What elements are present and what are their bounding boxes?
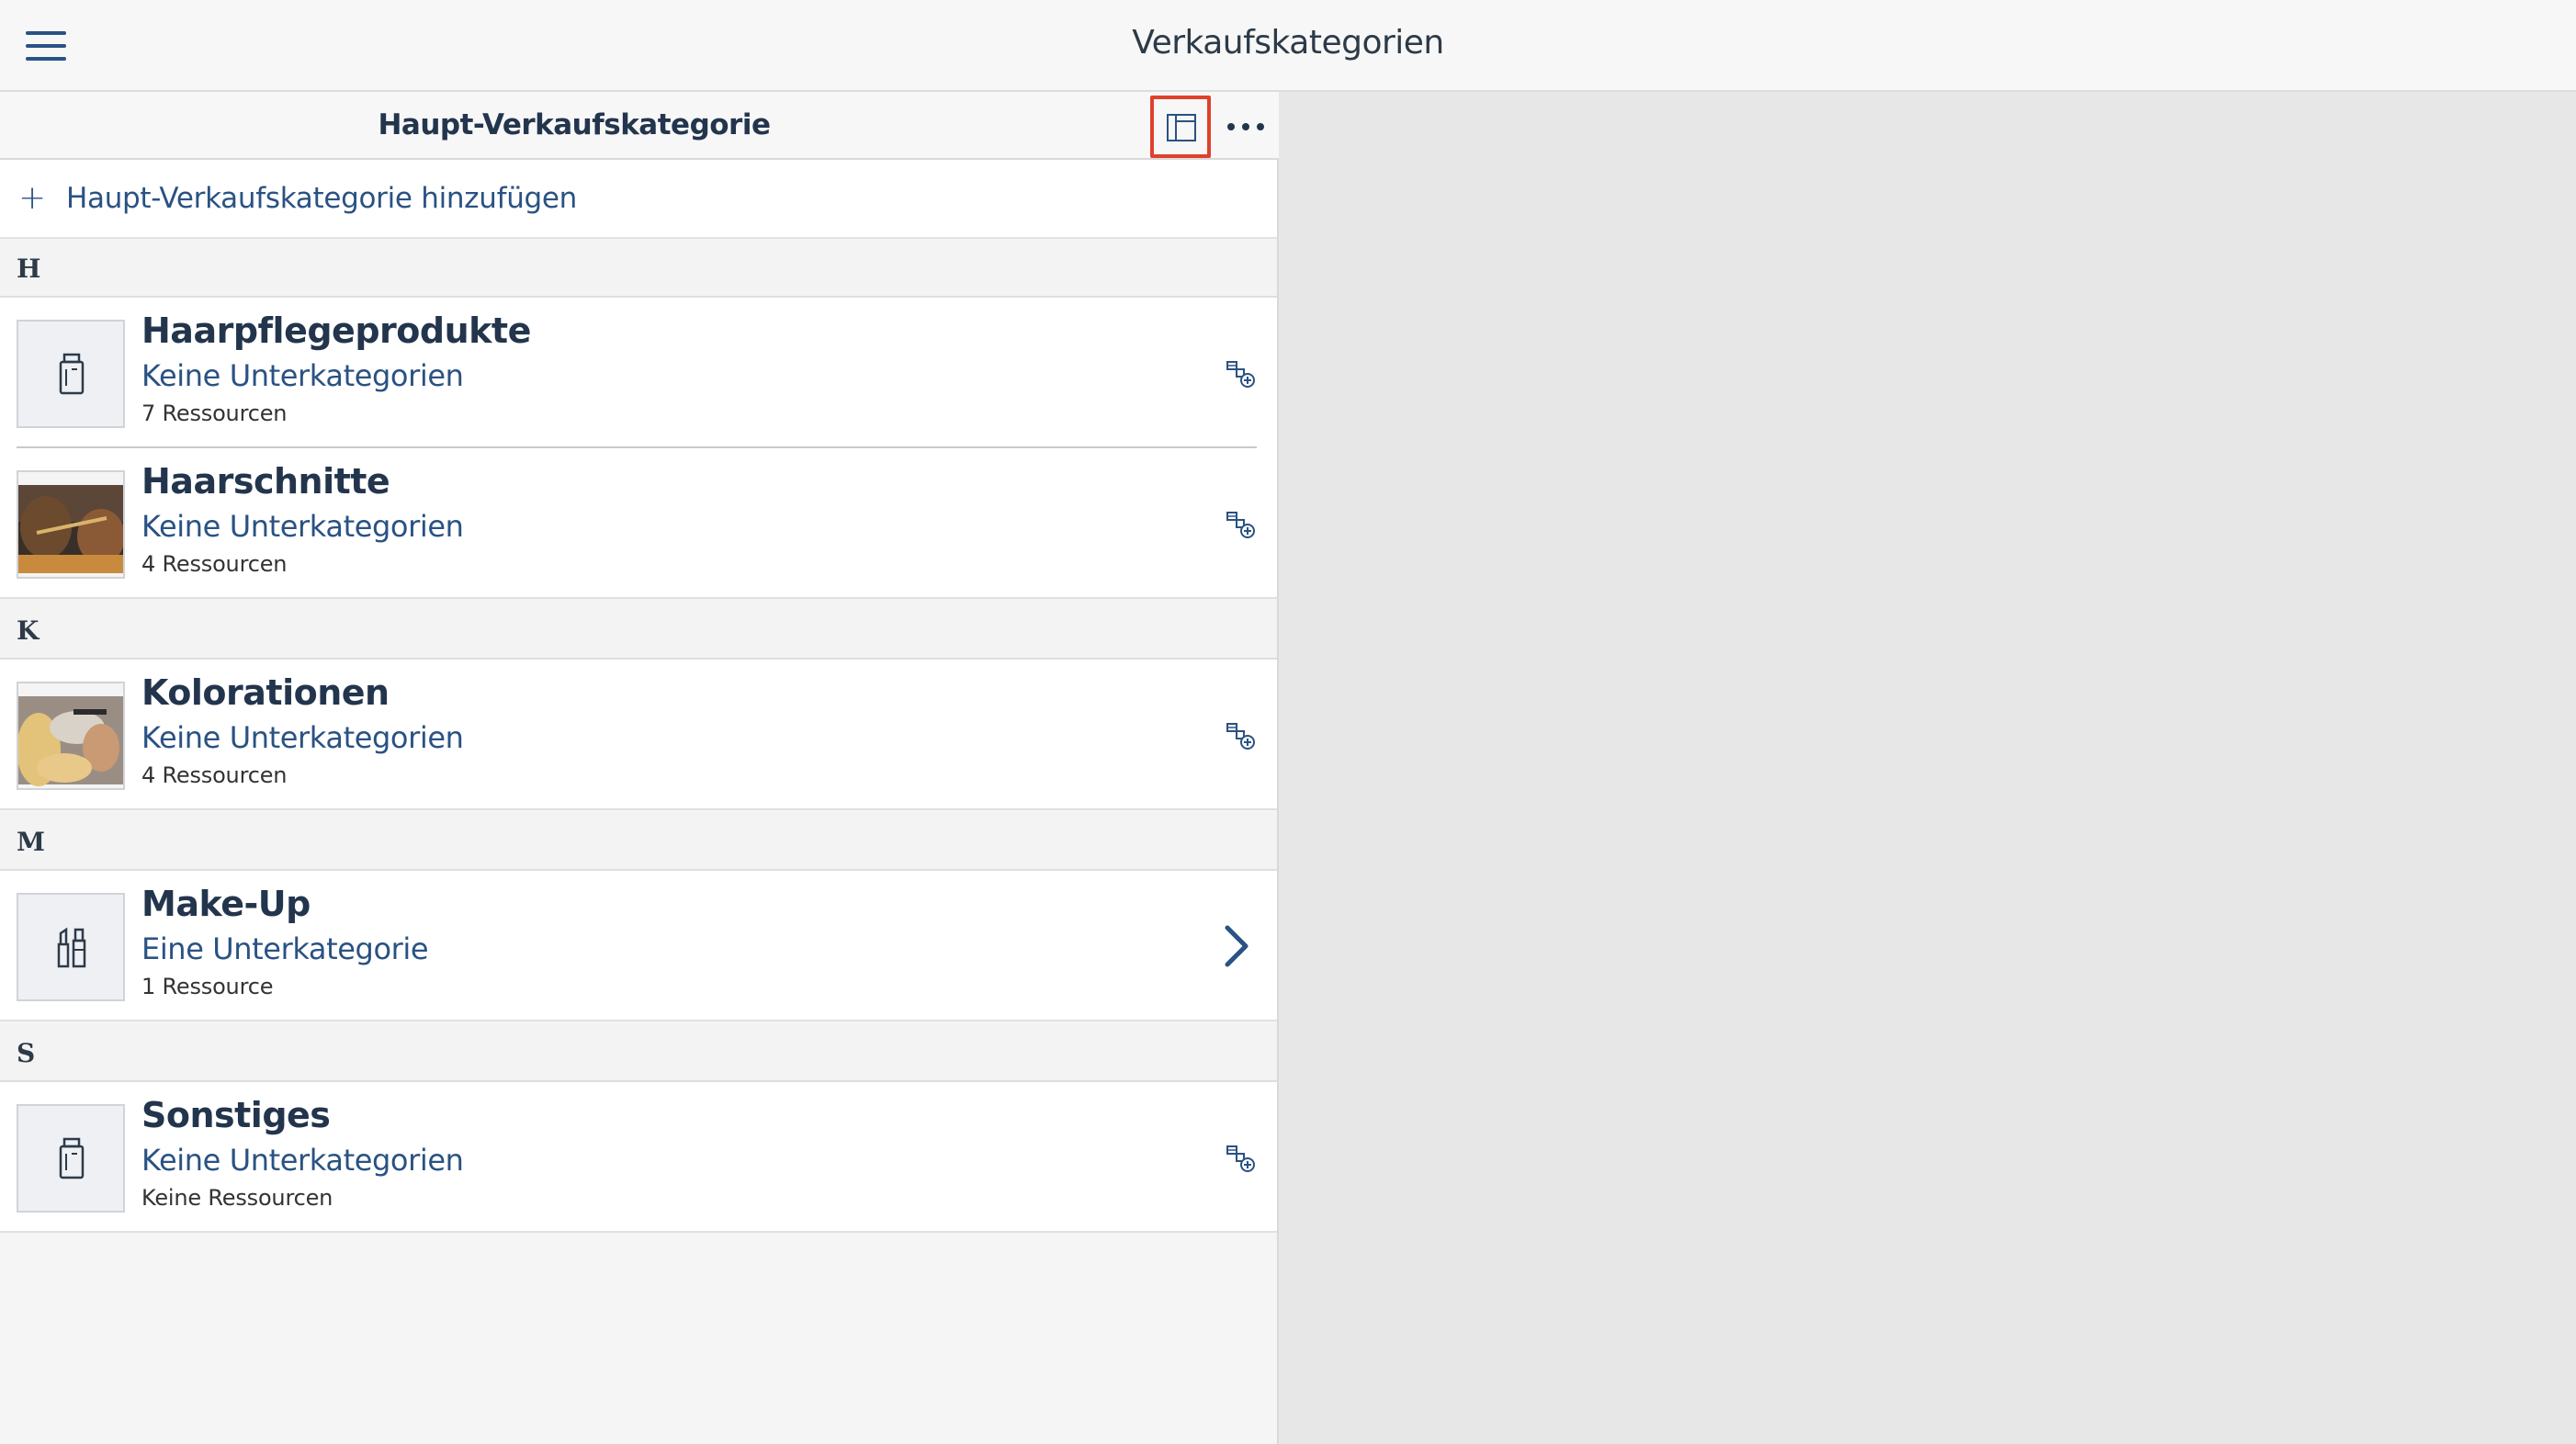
divider xyxy=(0,808,1277,810)
category-resources: 1 Ressource xyxy=(141,974,274,999)
section-header-s: S xyxy=(0,1023,1277,1082)
category-title: Haarpflegeprodukte xyxy=(141,310,531,351)
category-resources: 7 Ressourcen xyxy=(141,400,288,426)
category-subtitle: Eine Unterkategorie xyxy=(141,931,429,966)
panel-header: Haupt-Verkaufskategorie xyxy=(0,92,1279,160)
category-item-kolorationen[interactable]: Kolorationen Keine Unterkategorien 4 Res… xyxy=(0,660,1277,810)
plus-icon: + xyxy=(18,179,47,217)
category-resources: 4 Ressourcen xyxy=(141,762,288,788)
category-subtitle: Keine Unterkategorien xyxy=(141,509,464,544)
makeup-icon xyxy=(17,893,125,1001)
section-header-h: H xyxy=(0,239,1277,298)
category-subtitle: Keine Unterkategorien xyxy=(141,358,464,393)
dot xyxy=(1257,123,1264,130)
add-subcategory-icon[interactable] xyxy=(1226,1143,1257,1174)
category-title: Haarschnitte xyxy=(141,461,390,502)
app-title-text: Verkaufskategorien xyxy=(1132,24,1444,62)
panel-title: Haupt-Verkaufskategorie xyxy=(378,108,771,141)
category-subtitle: Keine Unterkategorien xyxy=(141,720,464,755)
category-title: Sonstiges xyxy=(141,1095,331,1135)
category-title: Kolorationen xyxy=(141,672,390,713)
category-resources: Keine Ressourcen xyxy=(141,1185,333,1211)
dot xyxy=(1242,123,1249,130)
add-main-category-button[interactable]: + Haupt-Verkaufskategorie hinzufügen xyxy=(0,160,1277,239)
dot xyxy=(1227,123,1235,130)
section-letter: M xyxy=(17,827,45,857)
detail-panel xyxy=(1279,92,2576,1444)
chevron-right-icon[interactable] xyxy=(1218,922,1255,970)
divider xyxy=(0,1020,1277,1021)
category-title: Make-Up xyxy=(141,884,311,924)
divider xyxy=(0,597,1277,599)
category-resources: 4 Ressourcen xyxy=(141,551,288,577)
add-subcategory-icon[interactable] xyxy=(1226,509,1257,540)
section-header-k: K xyxy=(0,601,1277,660)
category-item-haarschnitte[interactable]: Haarschnitte Keine Unterkategorien 4 Res… xyxy=(0,448,1277,599)
split-view-icon xyxy=(1167,114,1196,141)
section-letter: S xyxy=(17,1038,36,1068)
category-item-sonstiges[interactable]: Sonstiges Keine Unterkategorien Keine Re… xyxy=(0,1082,1277,1233)
category-subtitle: Keine Unterkategorien xyxy=(141,1143,464,1178)
section-letter: H xyxy=(17,254,41,284)
product-icon xyxy=(17,320,125,428)
category-item-make-up[interactable]: Make-Up Eine Unterkategorie 1 Ressource xyxy=(0,871,1277,1021)
coloring-photo xyxy=(17,682,125,790)
section-header-m: M xyxy=(0,812,1277,871)
category-list-panel: Haupt-Verkaufskategorie + Haupt-Verkaufs… xyxy=(0,92,1279,1444)
product-icon xyxy=(17,1104,125,1213)
haircut-photo xyxy=(17,470,125,579)
app-title: Verkaufskategorien xyxy=(0,24,2576,62)
category-item-haarpflegeprodukte[interactable]: Haarpflegeprodukte Keine Unterkategorien… xyxy=(0,298,1277,448)
more-options-button[interactable] xyxy=(1227,114,1268,140)
top-app-bar: Verkaufskategorien xyxy=(0,0,2576,92)
add-subcategory-icon[interactable] xyxy=(1226,358,1257,389)
add-main-category-label: Haupt-Verkaufskategorie hinzufügen xyxy=(66,182,578,215)
divider xyxy=(0,1231,1277,1233)
section-letter: K xyxy=(17,615,40,646)
split-view-button[interactable] xyxy=(1150,96,1211,158)
add-subcategory-icon[interactable] xyxy=(1226,720,1257,751)
